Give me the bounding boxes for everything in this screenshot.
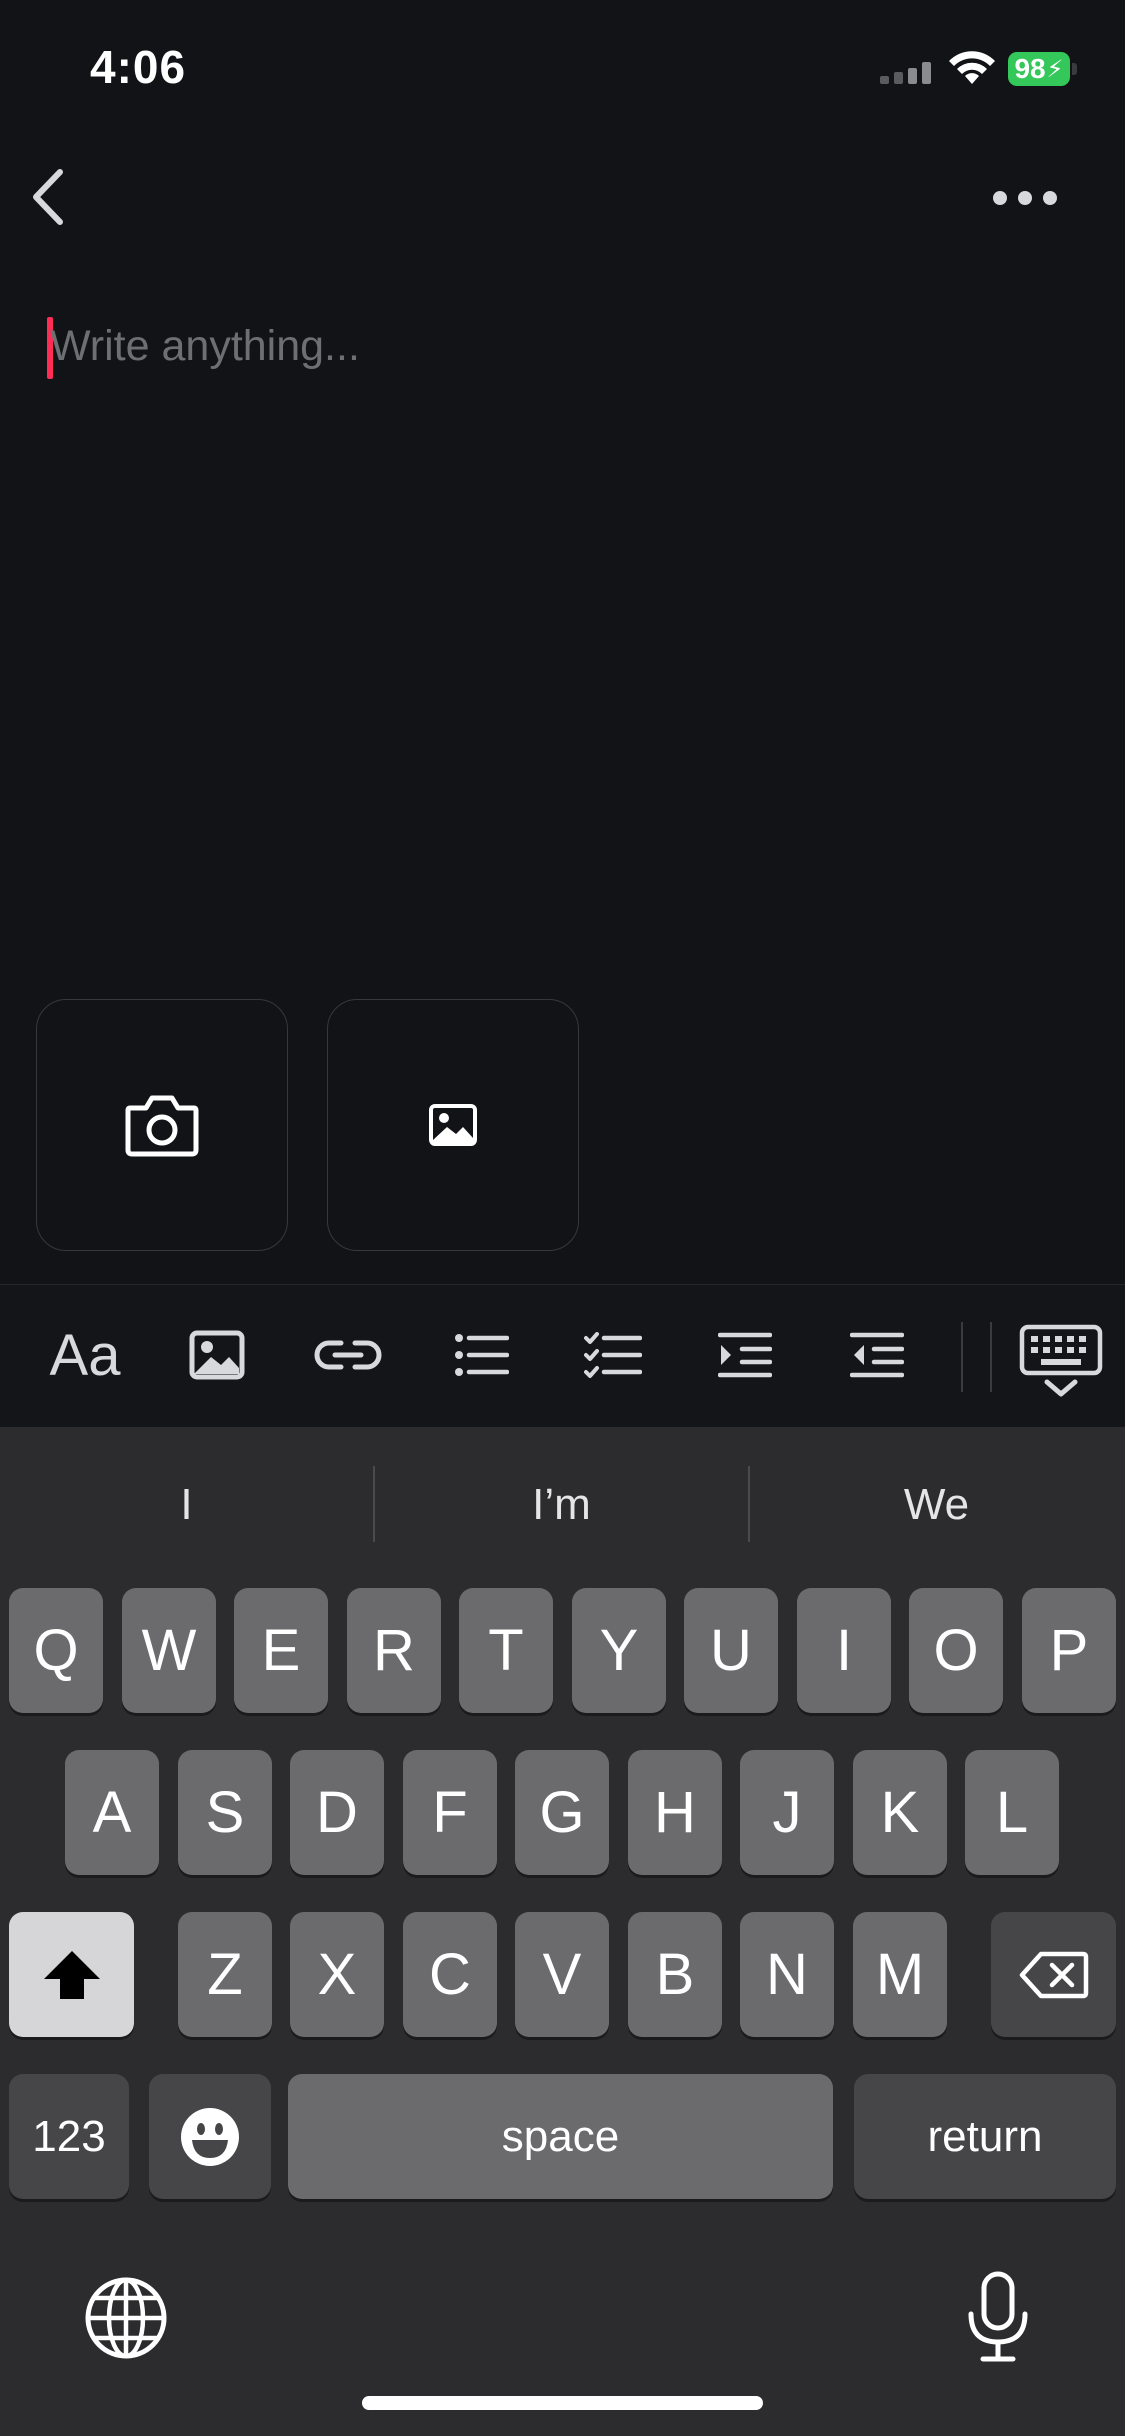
key-r[interactable]: R [347, 1588, 441, 1713]
globe-icon [85, 2277, 167, 2359]
key-l[interactable]: L [965, 1750, 1059, 1875]
key-h[interactable]: H [628, 1750, 722, 1875]
key-t[interactable]: T [459, 1588, 553, 1713]
suggestion-1[interactable]: I [0, 1452, 373, 1557]
key-k[interactable]: K [853, 1750, 947, 1875]
key-y[interactable]: Y [572, 1588, 666, 1713]
checklist-icon [584, 1332, 642, 1378]
checklist-button[interactable] [568, 1315, 658, 1395]
dictation-button[interactable] [965, 2270, 1031, 2364]
ellipsis-icon [993, 191, 1057, 205]
shift-key[interactable] [9, 1912, 134, 2037]
bullet-list-button[interactable] [436, 1315, 526, 1395]
indent-button[interactable] [700, 1315, 790, 1395]
editor-placeholder: Write anything... [50, 322, 360, 370]
back-button[interactable] [18, 158, 78, 236]
space-key[interactable]: space [288, 2074, 833, 2199]
key-c[interactable]: C [403, 1912, 497, 2037]
key-a[interactable]: A [65, 1750, 159, 1875]
suggestion-2[interactable]: I’m [375, 1452, 748, 1557]
numbers-key[interactable]: 123 [9, 2074, 129, 2199]
add-camera-photo-button[interactable] [36, 999, 288, 1251]
more-options-button[interactable] [990, 178, 1060, 218]
key-m[interactable]: M [853, 1912, 947, 2037]
indent-icon [718, 1332, 772, 1378]
image-icon [429, 1104, 477, 1146]
camera-icon [125, 1095, 199, 1157]
hide-keyboard-button[interactable] [1015, 1318, 1107, 1406]
key-n[interactable]: N [740, 1912, 834, 2037]
outdent-icon [850, 1332, 904, 1378]
key-p[interactable]: P [1022, 1588, 1116, 1713]
key-w[interactable]: W [122, 1588, 216, 1713]
suggestion-3[interactable]: We [750, 1452, 1123, 1557]
status-time: 4:06 [90, 41, 187, 93]
image-icon [189, 1330, 245, 1380]
bullet-list-icon [455, 1334, 509, 1376]
text-style-label: Aa [49, 1322, 121, 1388]
insert-link-button[interactable] [303, 1315, 393, 1395]
insert-image-button[interactable] [172, 1315, 262, 1395]
key-b[interactable]: B [628, 1912, 722, 2037]
text-style-button[interactable]: Aa [40, 1315, 130, 1395]
wifi-icon [948, 50, 996, 91]
cellular-signal-icon [880, 62, 936, 89]
key-e[interactable]: E [234, 1588, 328, 1713]
toolbar-divider [961, 1322, 963, 1392]
home-indicator[interactable] [362, 2396, 763, 2410]
delete-key[interactable] [991, 1912, 1116, 2037]
key-z[interactable]: Z [178, 1912, 272, 2037]
microphone-icon [968, 2271, 1028, 2362]
toolbar-divider [990, 1322, 992, 1392]
key-u[interactable]: U [684, 1588, 778, 1713]
emoji-icon [181, 2107, 239, 2166]
key-g[interactable]: G [515, 1750, 609, 1875]
battery-indicator: 98 ⚡ [1008, 52, 1070, 86]
return-key[interactable]: return [854, 2074, 1116, 2199]
battery-level: 98 [1014, 53, 1046, 84]
key-v[interactable]: V [515, 1912, 609, 2037]
key-s[interactable]: S [178, 1750, 272, 1875]
keyboard-dismiss-icon [1019, 1324, 1103, 1397]
battery-tip [1072, 63, 1077, 75]
formatting-toolbar [0, 1284, 1125, 1428]
backspace-icon [1019, 1951, 1088, 1998]
shift-icon [43, 1950, 100, 1999]
key-o[interactable]: O [909, 1588, 1003, 1713]
key-x[interactable]: X [290, 1912, 384, 2037]
globe-button[interactable] [82, 2274, 170, 2362]
key-f[interactable]: F [403, 1750, 497, 1875]
chevron-left-icon [33, 169, 63, 225]
key-d[interactable]: D [290, 1750, 384, 1875]
key-j[interactable]: J [740, 1750, 834, 1875]
link-icon [314, 1340, 382, 1370]
key-q[interactable]: Q [9, 1588, 103, 1713]
key-i[interactable]: I [797, 1588, 891, 1713]
emoji-key[interactable] [149, 2074, 271, 2199]
outdent-button[interactable] [832, 1315, 922, 1395]
add-gallery-image-button[interactable] [327, 999, 579, 1251]
